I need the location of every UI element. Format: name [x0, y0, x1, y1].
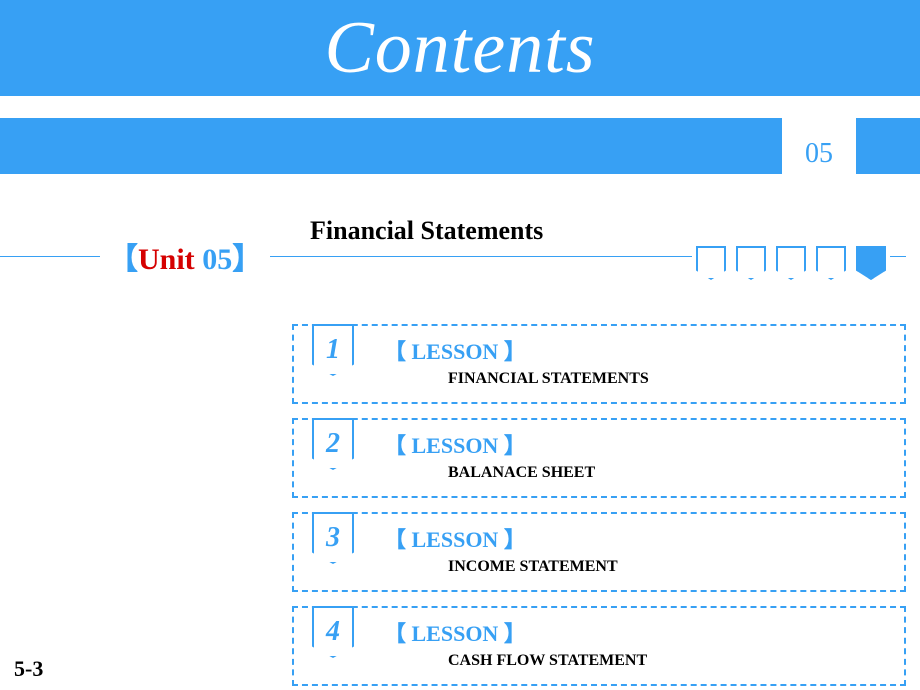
lesson-label: 【 LESSON 】 [384, 428, 904, 460]
shield-icon [736, 246, 766, 280]
page-number: 5-3 [14, 656, 43, 682]
lesson-item: 2 【 LESSON 】 BALANACE SHEET [292, 418, 906, 498]
shield-icon [776, 246, 806, 280]
section-title: Financial Statements [310, 216, 551, 252]
lesson-description: INCOME STATEMENT [448, 558, 904, 576]
lesson-item: 4 【 LESSON 】 CASH FLOW STATEMENT [292, 606, 906, 686]
unit-number: 05 [202, 243, 232, 276]
unit-label: 【Unit 05】 [100, 234, 270, 278]
page-title: Contents [0, 0, 920, 96]
section-header-row: 【Unit 05】 Financial Statements [0, 224, 920, 304]
shield-icon [696, 246, 726, 280]
unit-badge-number: 05 [805, 138, 833, 170]
unit-word: Unit [138, 243, 202, 276]
header-band: Contents [0, 0, 920, 96]
lessons-list: 1 【 LESSON 】 FINANCIAL STATEMENTS 2 【 LE… [292, 324, 906, 686]
bracket-left: 【 [108, 243, 138, 276]
accent-band: 05 [0, 118, 920, 174]
lesson-number: 3 [326, 522, 340, 554]
shield-icon-filled [856, 246, 886, 280]
lesson-description: BALANACE SHEET [448, 464, 904, 482]
lesson-label: 【 LESSON 】 [384, 522, 904, 554]
progress-shields [692, 246, 890, 280]
lesson-description: CASH FLOW STATEMENT [448, 652, 904, 670]
shield-icon [816, 246, 846, 280]
lesson-number-badge: 1 [312, 324, 354, 376]
lesson-item: 1 【 LESSON 】 FINANCIAL STATEMENTS [292, 324, 906, 404]
unit-badge: 05 [782, 102, 856, 176]
lesson-label: 【 LESSON 】 [384, 616, 904, 648]
lesson-description: FINANCIAL STATEMENTS [448, 370, 904, 388]
lesson-number: 1 [326, 334, 340, 366]
lesson-number-badge: 4 [312, 606, 354, 658]
bracket-right: 】 [232, 243, 262, 276]
lesson-number: 4 [326, 616, 340, 648]
lesson-number-badge: 2 [312, 418, 354, 470]
lesson-item: 3 【 LESSON 】 INCOME STATEMENT [292, 512, 906, 592]
lesson-label: 【 LESSON 】 [384, 334, 904, 366]
lesson-number: 2 [326, 428, 340, 460]
lesson-number-badge: 3 [312, 512, 354, 564]
